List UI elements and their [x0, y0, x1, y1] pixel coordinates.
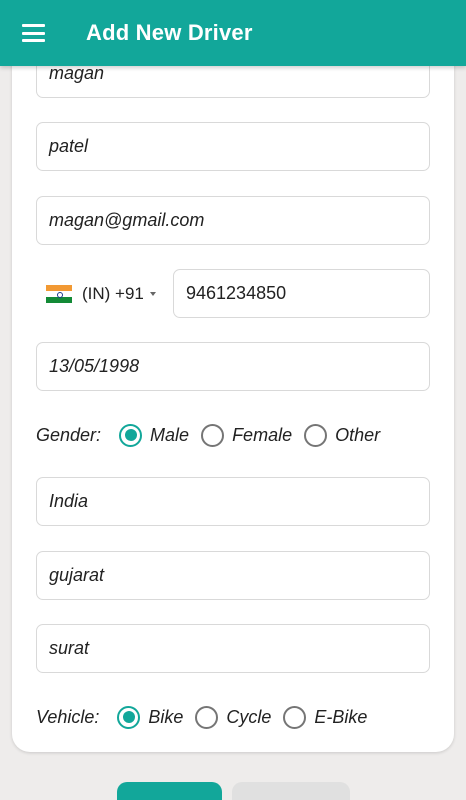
vehicle-cycle-option[interactable]: Cycle [195, 705, 272, 729]
india-flag-icon [46, 285, 72, 303]
last-name-field[interactable]: patel [36, 122, 430, 171]
city-field[interactable]: surat [36, 624, 430, 673]
gender-other-label: Other [335, 424, 381, 445]
last-name-value: patel [49, 136, 89, 156]
radio-unselected-icon [283, 705, 307, 729]
gender-other-option[interactable]: Other [304, 423, 381, 447]
radio-unselected-icon [201, 423, 225, 447]
email-value: magan@gmail.com [49, 210, 205, 230]
vehicle-ebike-option[interactable]: E-Bike [283, 705, 368, 729]
dob-value: 13/05/1998 [49, 356, 140, 376]
vehicle-cycle-label: Cycle [226, 706, 272, 727]
gender-female-option[interactable]: Female [201, 423, 293, 447]
gender-male-option[interactable]: Male [119, 423, 190, 447]
city-value: surat [49, 638, 90, 658]
dropdown-caret-icon [149, 292, 156, 296]
submit-button[interactable] [117, 782, 222, 800]
state-value: gujarat [49, 565, 105, 585]
country-code-value: (IN) +91 [82, 284, 144, 303]
phone-number-field[interactable]: 9461234850 [173, 269, 430, 318]
gender-label: Gender: [36, 424, 102, 445]
radio-unselected-icon [304, 423, 328, 447]
country-value: India [49, 491, 89, 511]
app-bar: Add New Driver [0, 0, 466, 66]
phone-number-value: 9461234850 [186, 283, 287, 303]
country-field[interactable]: India [36, 477, 430, 526]
dob-field[interactable]: 13/05/1998 [36, 342, 430, 391]
gender-male-label: Male [150, 424, 190, 445]
radio-unselected-icon [195, 705, 219, 729]
menu-icon[interactable] [22, 22, 52, 44]
vehicle-ebike-label: E-Bike [314, 706, 368, 727]
vehicle-label: Vehicle: [36, 706, 100, 727]
state-field[interactable]: gujarat [36, 551, 430, 600]
vehicle-group: Vehicle: Bike Cycle E-Bike [36, 703, 379, 731]
gender-group: Gender: Male Female Other [36, 421, 392, 449]
email-field[interactable]: magan@gmail.com [36, 196, 430, 245]
cancel-button[interactable] [232, 782, 350, 800]
page-title: Add New Driver [86, 20, 253, 45]
gender-female-label: Female [232, 424, 293, 445]
radio-selected-icon [119, 423, 143, 447]
vehicle-bike-option[interactable]: Bike [117, 705, 184, 729]
first-name-value: magan [49, 63, 105, 83]
country-code-picker[interactable]: (IN) +91 [46, 281, 156, 307]
radio-selected-icon [117, 705, 141, 729]
vehicle-bike-label: Bike [148, 706, 184, 727]
